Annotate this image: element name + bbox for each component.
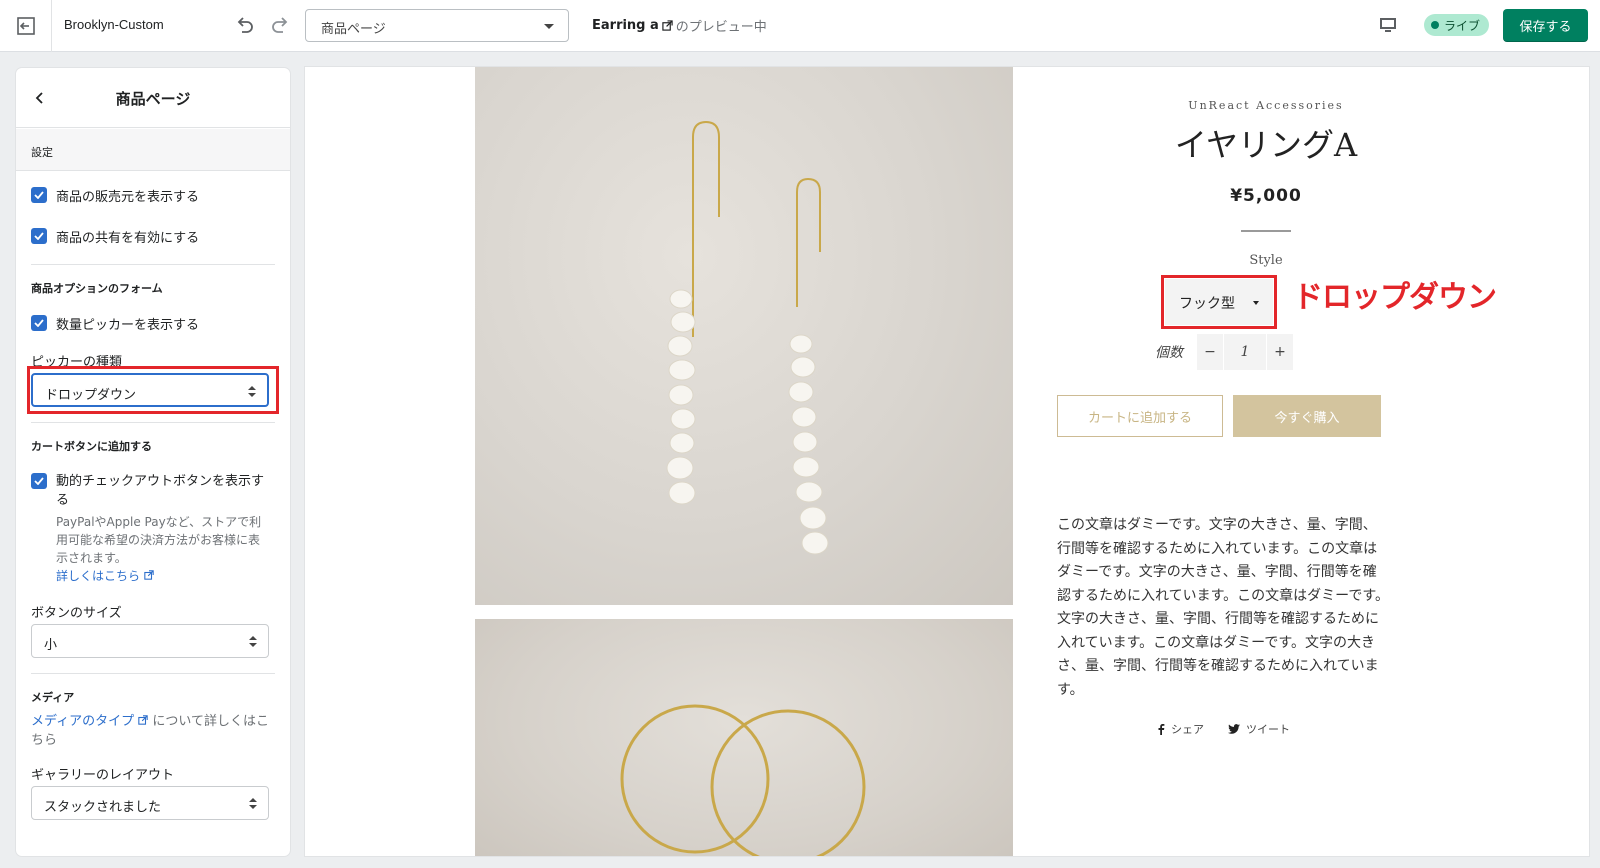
live-status-badge: ライブ <box>1424 14 1490 36</box>
chevron-down-icon <box>544 24 554 29</box>
checkbox-show-qty-picker[interactable]: 数量ピッカーを表示する <box>31 314 199 333</box>
checkbox-checked[interactable] <box>31 228 47 244</box>
share-facebook[interactable]: シェア <box>1157 721 1204 737</box>
sidebar-title: 商品ページ <box>115 90 191 108</box>
button-size-label: ボタンのサイズ <box>31 606 122 621</box>
page-template-select[interactable]: 商品ページ <box>305 9 569 42</box>
checkbox-checked[interactable] <box>31 315 47 331</box>
media-type-link[interactable]: メディアのタイプ <box>31 714 134 729</box>
add-to-cart-button[interactable]: カートに追加する <box>1057 395 1223 437</box>
gallery-layout-label: ギャラリーのレイアウト <box>31 768 175 783</box>
quantity-label: 個数 <box>1155 345 1183 361</box>
media-heading: メディア <box>31 691 75 704</box>
twitter-icon <box>1228 724 1240 734</box>
preview-status: Earring a のプレビュー中 <box>592 16 767 35</box>
checkmark-icon <box>34 477 44 485</box>
live-dot <box>1431 21 1439 29</box>
sidebar-header: 商品ページ <box>16 68 290 128</box>
select-arrows-icon <box>249 636 257 648</box>
product-title: イヤリングA <box>1174 126 1358 164</box>
settings-sidebar: 商品ページ 設定 商品の販売元を表示する 商品の共有を有効にする 商品オプション… <box>16 68 290 856</box>
redo-button[interactable] <box>267 12 293 38</box>
divider <box>31 422 275 423</box>
preview-product-link[interactable]: Earring a <box>592 18 659 33</box>
share-label: シェア <box>1171 723 1204 736</box>
checkbox-show-vendor[interactable]: 商品の販売元を表示する <box>31 186 199 205</box>
quantity-increase-button[interactable]: + <box>1267 334 1293 370</box>
annotation-label: ドロップダウン <box>1293 280 1497 315</box>
product-image-secondary[interactable] <box>475 619 1013 856</box>
checkbox-enable-share[interactable]: 商品の共有を有効にする <box>31 227 199 246</box>
product-image-main[interactable] <box>475 67 1013 605</box>
external-link-icon <box>144 570 154 580</box>
preview-suffix: のプレビュー中 <box>675 20 767 35</box>
button-size-value: 小 <box>44 638 58 653</box>
checkmark-icon <box>34 191 44 199</box>
quantity-input[interactable]: 1 <box>1223 334 1267 370</box>
external-link-icon <box>662 20 673 31</box>
product-price: ¥5,000 <box>1230 186 1302 206</box>
quantity-decrease-button[interactable]: − <box>1197 334 1223 370</box>
cart-button-heading: カートボタンに追加する <box>31 440 152 453</box>
dynamic-checkout-help: PayPalやApple Payなど、ストアで利用可能な希望の決済方法がお客様に… <box>56 513 268 585</box>
desktop-icon <box>1380 18 1396 32</box>
gallery-layout-select[interactable]: スタックされました <box>31 786 269 820</box>
external-link-icon <box>138 715 148 725</box>
exit-button[interactable] <box>0 0 52 52</box>
pearl-earrings-illustration <box>666 120 829 555</box>
quantity-stepper: − 1 + <box>1197 334 1293 370</box>
price-divider <box>1241 230 1291 232</box>
checkmark-icon <box>34 319 44 327</box>
buy-now-button[interactable]: 今すぐ購入 <box>1233 395 1381 437</box>
theme-name: Brooklyn-Custom <box>64 17 164 32</box>
checkbox-label: 数量ピッカーを表示する <box>56 318 200 333</box>
product-vendor: UnReact Accessories <box>1188 99 1344 112</box>
learn-more-link[interactable]: 詳しくはこちら <box>56 569 140 583</box>
store-preview: UnReact Accessories イヤリングA ¥5,000 Style … <box>305 67 1589 856</box>
checkbox-checked[interactable] <box>31 473 47 489</box>
tweet-label: ツイート <box>1246 723 1290 736</box>
checkbox-label: 動的チェックアウトボタンを表示する <box>56 474 265 508</box>
select-arrows-icon <box>249 798 257 810</box>
checkbox-dynamic-checkout[interactable]: 動的チェックアウトボタンを表示する <box>31 472 271 510</box>
facebook-icon <box>1158 724 1165 735</box>
device-toggle-button[interactable] <box>1378 15 1398 39</box>
page-template-value: 商品ページ <box>321 22 386 37</box>
media-type-info: メディアのタイプ について詳しくはこちら <box>31 712 269 750</box>
settings-section-header: 設定 <box>16 129 290 171</box>
checkbox-label: 商品の共有を有効にする <box>56 231 200 246</box>
share-twitter[interactable]: ツイート <box>1228 721 1290 737</box>
checkbox-checked[interactable] <box>31 187 47 203</box>
live-label: ライブ <box>1444 18 1481 33</box>
checkbox-label: 商品の販売元を表示する <box>56 190 200 205</box>
redo-icon <box>272 17 288 33</box>
editor-topbar: Brooklyn-Custom 商品ページ Earring a のプレビュー中 <box>0 0 1600 52</box>
divider <box>31 264 275 265</box>
help-text: PayPalやApple Payなど、ストアで利用可能な希望の決済方法がお客様に… <box>56 515 262 565</box>
variant-option-label: Style <box>1249 253 1283 268</box>
hoop-earrings-illustration <box>620 704 866 856</box>
settings-section-label: 設定 <box>31 146 53 159</box>
gallery-layout-value: スタックされました <box>44 800 162 815</box>
button-size-select[interactable]: 小 <box>31 624 269 658</box>
undo-icon <box>237 17 253 33</box>
highlight-box-variant <box>1161 275 1277 329</box>
divider <box>31 673 275 674</box>
checkmark-icon <box>34 232 44 240</box>
product-description: この文章はダミーです。文字の大きさ、量、字間、行間等を確認するために入れています… <box>1057 517 1389 698</box>
social-share: シェア ツイート <box>1157 721 1290 737</box>
highlight-box-picker <box>27 366 279 414</box>
undo-button[interactable] <box>232 12 258 38</box>
exit-icon <box>16 17 35 35</box>
save-button[interactable]: 保存する <box>1503 9 1588 42</box>
option-form-heading: 商品オプションのフォーム <box>31 282 163 295</box>
